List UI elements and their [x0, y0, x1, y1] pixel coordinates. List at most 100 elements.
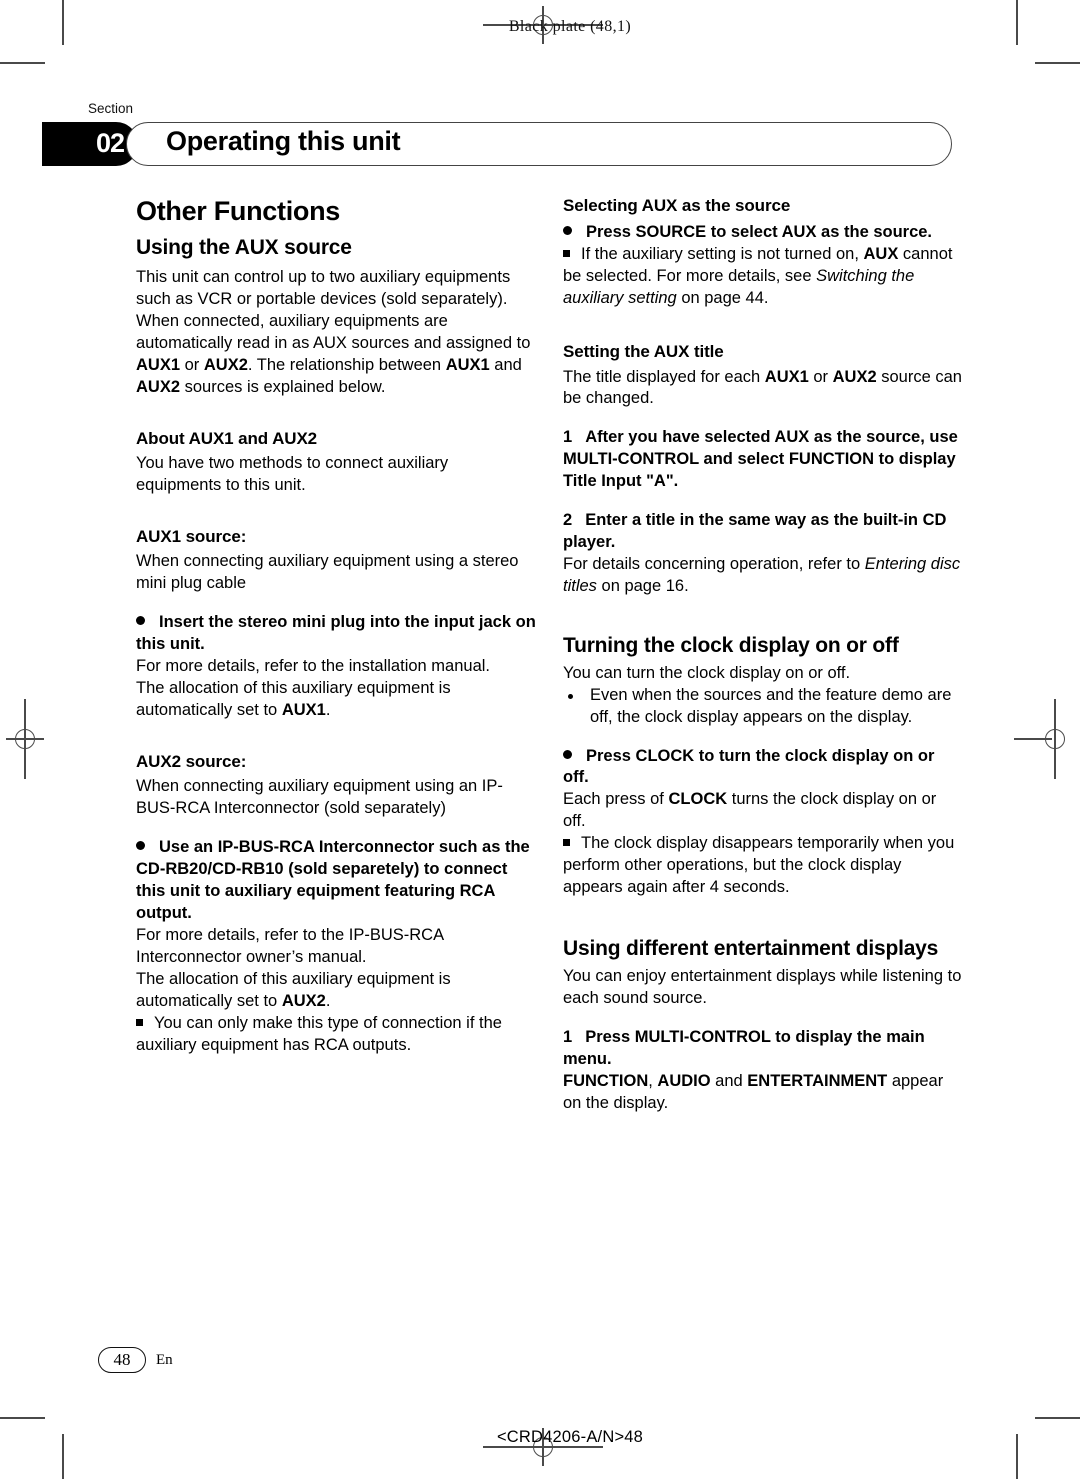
bullet-use-ipbus-interconnector-text: Use an IP-BUS-RCA Interconnector such as… [136, 838, 530, 922]
paragraph-setting-title-body: The title displayed for each AUX1 or AUX… [563, 367, 963, 411]
aux1-after2-post: . [325, 700, 331, 719]
crop-mark-top-right-horizontal [1035, 62, 1080, 64]
aux1-heading-code: AUX1 [136, 526, 181, 546]
registration-mark-left [6, 699, 44, 779]
crop-mark-bottom-right-horizontal [1035, 1417, 1080, 1419]
chapter-number-badge: 02 [42, 122, 138, 166]
bullet-press-source-text: Press SOURCE to select AUX as the source… [586, 223, 933, 242]
aux2-after2-code: AUX2 [281, 991, 326, 1010]
clock-after-code: CLOCK [668, 790, 728, 809]
section-label: Section [88, 101, 134, 116]
filled-circle-bullet-icon [563, 749, 572, 759]
crop-mark-top-left-horizontal [0, 62, 45, 64]
aux-intro-part1: This unit can control up to two auxiliar… [136, 268, 531, 352]
left-column: Other Functions Using the AUX source Thi… [136, 196, 536, 1056]
about-heading-word: About [136, 428, 189, 448]
step-1-entertainment: 1 Press MULTI-CONTROL to display the main… [563, 1027, 963, 1071]
paragraph-step2-crossref: For details concerning operation, refer … [563, 554, 963, 598]
entertainment-and: and [710, 1071, 748, 1090]
bullet-insert-stereo-plug: Insert the stereo mini plug into the inp… [136, 612, 536, 656]
chapter-title: Operating this unit [166, 126, 401, 156]
page-number-badge: 48 [98, 1347, 146, 1373]
aux-intro-part2: . The relationship between [247, 355, 446, 374]
bullet-press-clock-text: Press CLOCK to turn the clock display on… [563, 746, 935, 787]
paragraph-clock-after: Each press of CLOCK turns the clock disp… [563, 789, 963, 833]
setting-title-pre: The title displayed for each [563, 367, 765, 386]
step-1-entertainment-number: 1 [563, 1027, 573, 1046]
heading-aux2-source: AUX2 source: [136, 752, 536, 772]
aux2-heading-code: AUX2 [136, 751, 181, 771]
crop-mark-bottom-left-horizontal [0, 1417, 45, 1419]
step-2-number: 2 [563, 511, 573, 530]
aux-intro-code-aux2b: AUX2 [136, 377, 181, 396]
paragraph-aux2-after2: The allocation of this auxiliary equipme… [136, 969, 536, 1013]
right-column: Selecting AUX as the source Press SOURCE… [563, 196, 963, 1115]
heading-using-aux-source: Using the AUX source [136, 236, 352, 260]
paragraph-about-aux: You have two methods to connect auxiliar… [136, 454, 449, 494]
document-id: <CRD4206-A/N>48 [0, 1428, 1080, 1447]
clock-dot-list: Even when the sources and the feature de… [563, 685, 963, 729]
paragraph-aux1-after1: For more details, refer to the installat… [136, 657, 491, 676]
filled-square-note-icon [563, 839, 570, 847]
note-clock-temporary: The clock display disappears temporarily… [563, 833, 963, 899]
black-plate-note-text: Black plate (48,1) [508, 18, 632, 35]
step-1-text: After you have selected AUX as the sourc… [563, 428, 958, 491]
aux-intro-part3: sources is explained below. [180, 377, 386, 396]
heading-selecting-aux-as-source: Selecting AUX as the source [563, 196, 791, 215]
heading-about-aux: About AUX1 and AUX2 [136, 429, 536, 449]
manual-page: Black plate (48,1) Section 02 Operating … [0, 0, 1080, 1479]
about-heading-aux1: AUX1 [188, 428, 234, 448]
note-aux-post: on page 44. [676, 289, 769, 308]
aux-intro-and: and [489, 355, 522, 374]
list-item: Even when the sources and the feature de… [563, 685, 963, 729]
note-aux2-rca-outputs: You can only make this type of connectio… [136, 1013, 536, 1057]
paragraph-aux2-after1: For more details, refer to the IP-BUS-RC… [136, 925, 444, 966]
note-aux-not-turned-on: If the auxiliary setting is not turned o… [563, 244, 963, 310]
note-aux-pre: If the auxiliary setting is not turned o… [581, 245, 864, 264]
step2-crossref-pre: For details concerning operation, refer … [563, 555, 865, 574]
step-2-setting-title: 2 Enter a title in the same way as the bu… [563, 510, 963, 554]
black-plate-note: Black plate (48,1) [0, 18, 1080, 36]
setting-title-or: or [808, 367, 833, 386]
heading-setting-aux-title: Setting the AUX title [563, 342, 724, 362]
heading-entertainment-displays: Using different entertainment displays [563, 937, 939, 961]
filled-circle-bullet-icon [136, 616, 145, 626]
paragraph-aux1-body: When connecting auxiliary equipment usin… [136, 552, 519, 593]
note-clock-temporary-text: The clock display disappears temporarily… [563, 834, 955, 897]
clock-after-pre: Each press of [563, 790, 669, 809]
aux-intro-or: or [180, 355, 204, 374]
step-2-text: Enter a title in the same way as the bui… [563, 511, 947, 552]
aux1-heading-rest: source: [180, 526, 247, 546]
heading-aux1-source: AUX1 source: [136, 527, 536, 547]
page-language-code: En [156, 1352, 173, 1368]
setting-title-code-aux2: AUX2 [832, 367, 877, 386]
step-1-setting-title: 1 After you have selected AUX as the sour… [563, 427, 963, 493]
about-heading-and: and [233, 428, 273, 448]
step-1-number: 1 [563, 428, 573, 447]
aux2-after2-post: . [325, 991, 331, 1010]
paragraph-entertainment-after: FUNCTION, AUDIO and ENTERTAINMENT appear… [563, 1071, 963, 1115]
filled-square-note-icon [563, 250, 570, 258]
aux-intro-code-aux1b: AUX1 [445, 355, 490, 374]
note-aux2-rca-outputs-text: You can only make this type of connectio… [136, 1013, 502, 1054]
entertainment-code-audio: AUDIO [657, 1071, 711, 1090]
step2-crossref-post: on page 16. [596, 577, 689, 596]
heading-turning-clock-display: Turning the clock display on or off [563, 633, 899, 657]
entertainment-code-function: FUNCTION [563, 1071, 649, 1090]
bullet-press-clock: Press CLOCK to turn the clock display on… [563, 746, 963, 790]
about-heading-aux2: AUX2 [272, 428, 318, 448]
paragraph-clock-body: You can turn the clock display on or off… [563, 663, 851, 682]
paragraph-aux-intro: This unit can control up to two auxiliar… [136, 267, 536, 399]
step-1-entertainment-text: Press MULTI-CONTROL to display the main … [563, 1027, 925, 1068]
chapter-number-text: 02 [95, 127, 125, 158]
aux-intro-code-aux2: AUX2 [203, 355, 248, 374]
document-id-text: <CRD4206-A/N>48 [496, 1428, 644, 1446]
entertainment-code-entertainment: ENTERTAINMENT [747, 1071, 888, 1090]
bullet-insert-stereo-plug-text: Insert the stereo mini plug into the inp… [136, 613, 536, 654]
filled-circle-bullet-icon [563, 226, 572, 236]
paragraph-aux1-after2: The allocation of this auxiliary equipme… [136, 678, 536, 722]
page-title: Other Functions [136, 196, 340, 226]
aux2-heading-rest: source: [180, 751, 247, 771]
registration-mark-right [1014, 699, 1074, 779]
paragraph-aux2-body: When connecting auxiliary equipment usin… [136, 777, 503, 818]
